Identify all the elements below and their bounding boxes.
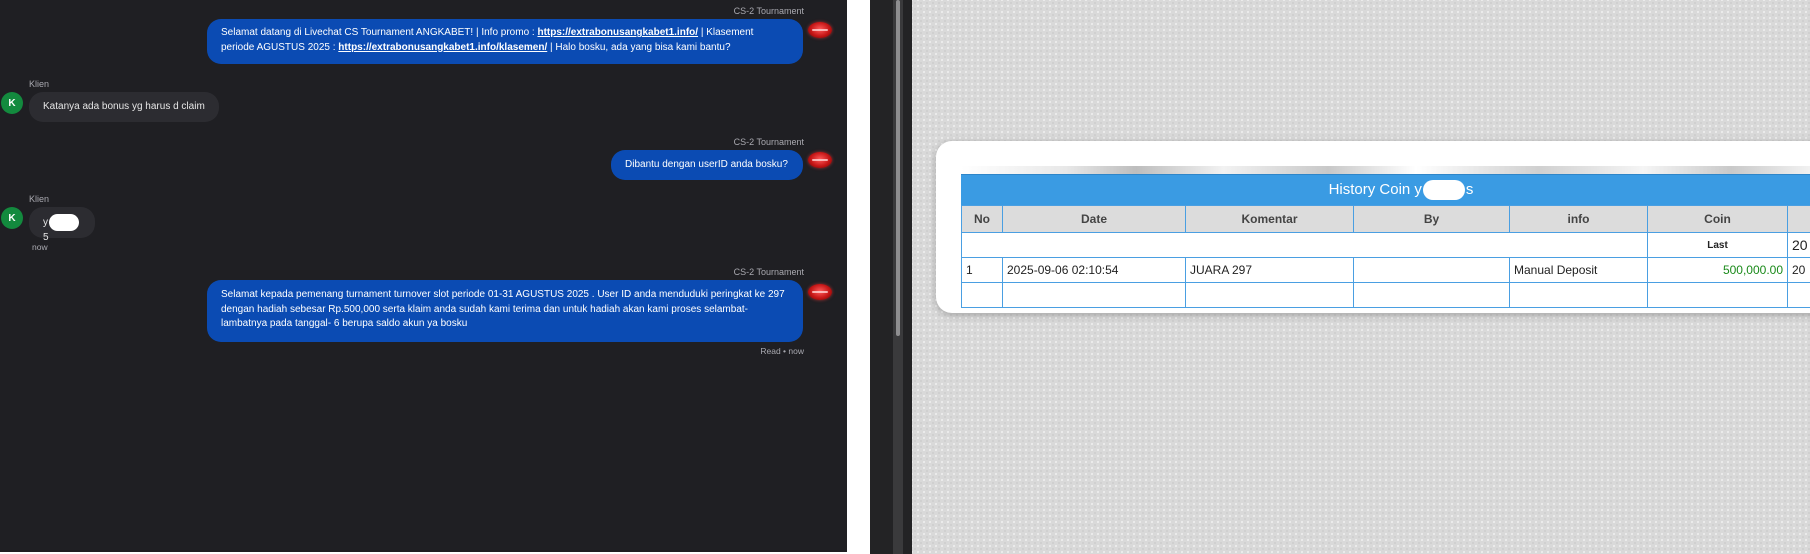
table-row: 1 2025-09-06 02:10:54 JUARA 297 Manual D… <box>961 257 1810 283</box>
history-title: History Coin y s <box>961 174 1810 205</box>
history-title-suffix: s <box>1465 181 1474 198</box>
col-date[interactable]: Date <box>1002 205 1186 233</box>
cell-overflow: 20 <box>1787 257 1810 283</box>
history-title-prefix: History Coin y <box>1328 181 1422 198</box>
userid-prefix: y <box>43 217 48 229</box>
scrollbar-handle[interactable] <box>896 0 900 336</box>
message-sender: CS-2 Tournament <box>733 6 804 16</box>
livechat-panel: CS-2 Tournament Selamat datang di Livech… <box>0 0 847 552</box>
agent-message-bubble: Selamat kepada pemenang turnament turnov… <box>207 280 803 342</box>
cell-info: Manual Deposit <box>1509 257 1648 283</box>
cell-coin: 500,000.00 <box>1647 257 1788 283</box>
history-table: No Date Komentar By info Coin Last 20 1 … <box>961 205 1810 308</box>
col-komentar[interactable]: Komentar <box>1185 205 1354 233</box>
redaction-blur <box>49 214 79 231</box>
client-avatar: K <box>1 207 23 229</box>
agent-avatar <box>808 152 832 168</box>
header-banner-strip <box>961 166 1810 174</box>
klasemen-link[interactable]: https://extrabonusangkabet1.info/klaseme… <box>338 42 547 53</box>
col-no[interactable]: No <box>961 205 1003 233</box>
message-sender: Klien <box>29 79 50 89</box>
table-row-cut <box>961 282 1810 308</box>
promo-link[interactable]: https://extrabonusangkabet1.info/ <box>537 27 698 38</box>
cell-komentar: JUARA 297 <box>1185 257 1354 283</box>
last-label: Last <box>1647 232 1788 258</box>
col-info[interactable]: info <box>1509 205 1648 233</box>
message-time: now <box>32 242 48 252</box>
agent-avatar <box>808 22 832 38</box>
col-by[interactable]: By <box>1353 205 1510 233</box>
message-sender: Klien <box>29 194 50 204</box>
agent-message-bubble: Selamat datang di Livechat CS Tournament… <box>207 19 803 64</box>
message-sender: CS-2 Tournament <box>733 267 804 277</box>
agent-avatar <box>808 284 832 300</box>
agent-message-bubble: Dibantu dengan userID anda bosku? <box>611 150 803 180</box>
redaction-blur <box>1422 180 1465 201</box>
split-divider <box>870 0 912 554</box>
cell-date: 2025-09-06 02:10:54 <box>1002 257 1186 283</box>
message-sender: CS-2 Tournament <box>733 137 804 147</box>
cell-by <box>1353 257 1510 283</box>
message-text: | Halo bosku, ada yang bisa kami bantu? <box>547 41 731 53</box>
history-panel: History Coin y s No Date Komentar By info… <box>912 0 1810 554</box>
col-overflow <box>1787 205 1810 233</box>
table-header-row: No Date Komentar By info Coin <box>961 205 1810 233</box>
history-card: History Coin y s No Date Komentar By info… <box>936 141 1810 313</box>
client-avatar: K <box>1 92 23 114</box>
client-message-bubble: Katanya ada bonus yg harus d claim <box>29 92 219 122</box>
col-coin[interactable]: Coin <box>1647 205 1788 233</box>
client-message-bubble: y5 <box>29 207 95 243</box>
last-balance-row: Last 20 <box>961 232 1810 258</box>
panel-gap <box>847 0 870 554</box>
last-overflow: 20 <box>1787 232 1810 258</box>
cell-no: 1 <box>961 257 1003 283</box>
message-text: Selamat datang di Livechat CS Tournament… <box>221 27 538 38</box>
read-status: Read • now <box>760 346 804 356</box>
history-table-wrap: History Coin y s No Date Komentar By info… <box>961 174 1810 308</box>
